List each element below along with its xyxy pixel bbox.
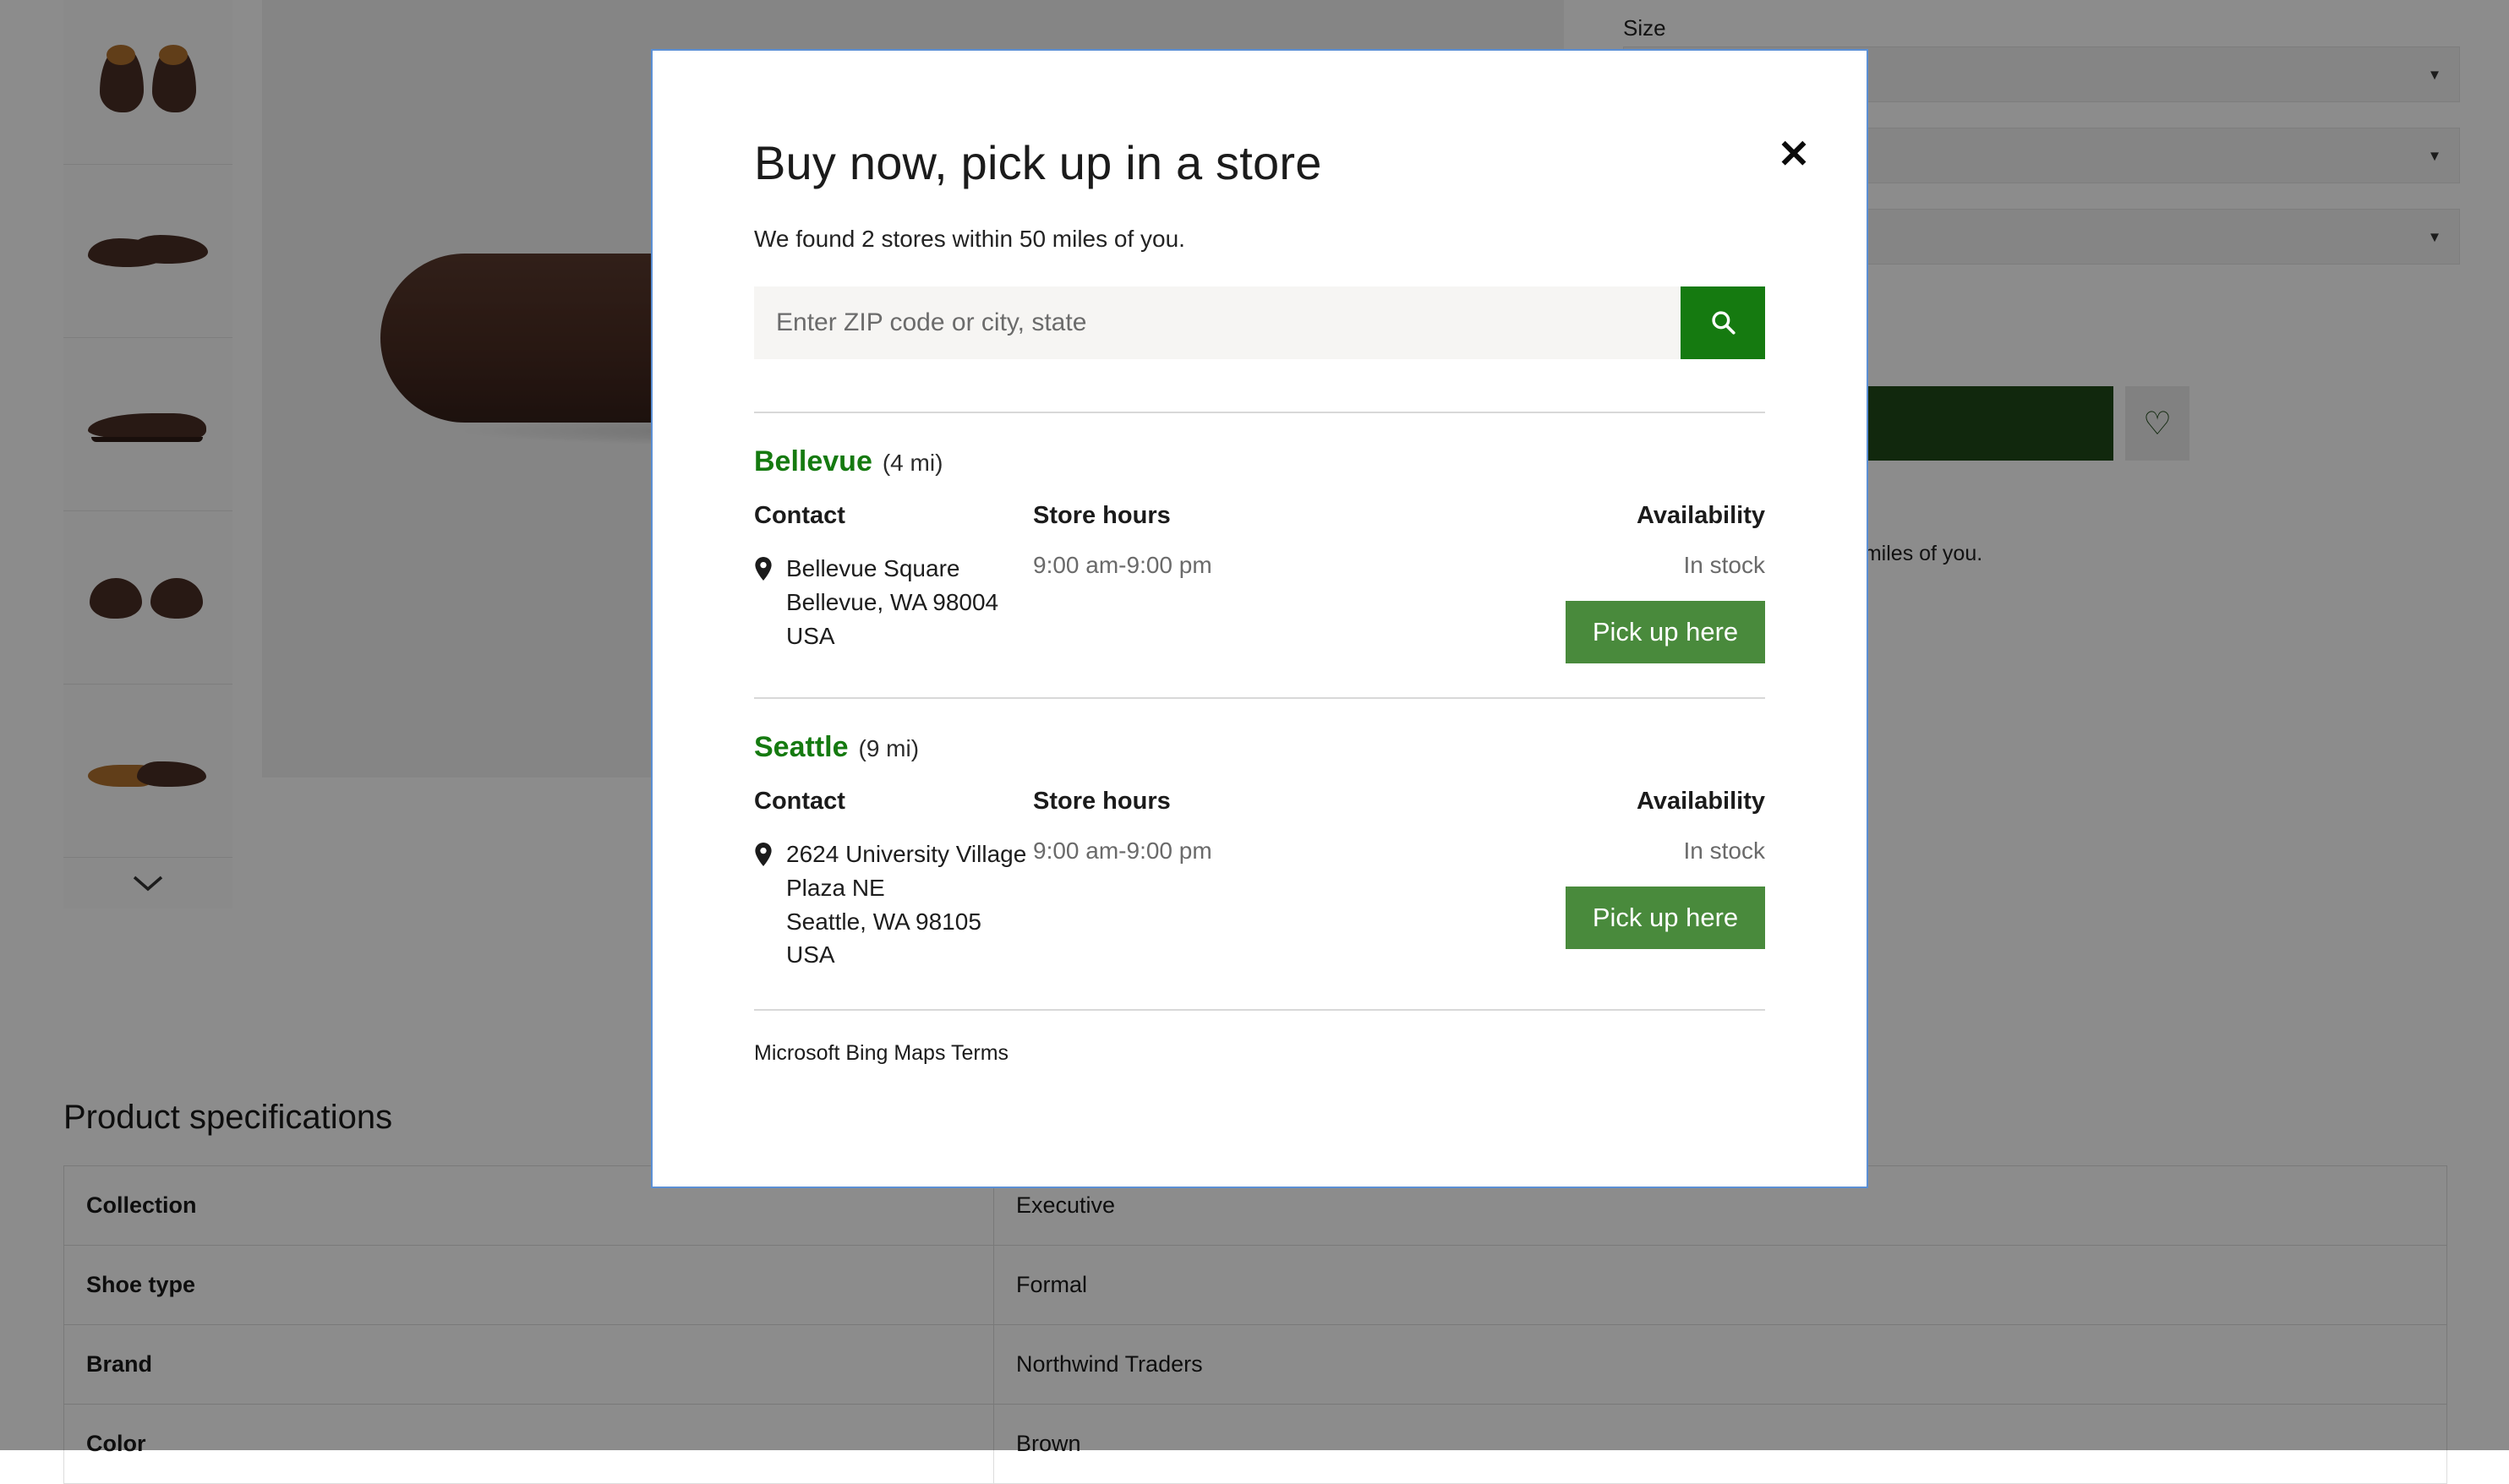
pick-up-here-button[interactable]: Pick up here xyxy=(1566,887,1765,949)
store-city: Bellevue xyxy=(754,445,872,478)
address-line: Seattle, WA 98105 xyxy=(786,908,981,935)
store-column-headers: Contact Store hours Availability xyxy=(754,502,1765,530)
column-header-contact: Contact xyxy=(754,502,1033,530)
store-distance: (4 mi) xyxy=(883,450,943,477)
search-button[interactable] xyxy=(1681,286,1765,359)
divider xyxy=(754,1009,1765,1011)
store-hours-value: 9:00 am-9:00 pm xyxy=(1033,552,1388,663)
search-icon xyxy=(1708,308,1737,339)
location-pin-icon xyxy=(754,557,773,663)
address-line: Bellevue, WA 98004 xyxy=(786,589,998,615)
store-column-headers: Contact Store hours Availability xyxy=(754,788,1765,816)
column-header-store-hours: Store hours xyxy=(1033,502,1388,530)
store-details-row: 2624 University Village Plaza NE Seattle… xyxy=(754,837,1765,972)
address-line: Plaza NE xyxy=(786,875,885,901)
store-address: 2624 University Village Plaza NE Seattle… xyxy=(754,837,1033,972)
search-input[interactable] xyxy=(754,286,1681,359)
address-line: USA xyxy=(786,623,835,649)
column-header-store-hours: Store hours xyxy=(1033,788,1388,816)
pick-up-here-button[interactable]: Pick up here xyxy=(1566,601,1765,663)
store-pickup-modal: ✕ Buy now, pick up in a store We found 2… xyxy=(651,49,1868,1188)
column-header-availability: Availability xyxy=(1388,502,1765,530)
column-header-availability: Availability xyxy=(1388,788,1765,816)
close-icon[interactable]: ✕ xyxy=(1770,130,1818,177)
availability-cell: In stock Pick up here xyxy=(1388,837,1765,972)
address-line: 2624 University Village xyxy=(786,841,1026,867)
store-count-text: We found 2 stores within 50 miles of you… xyxy=(754,226,1765,253)
store-search-row xyxy=(754,286,1765,359)
store-address: Bellevue Square Bellevue, WA 98004 USA xyxy=(754,552,1033,663)
address-line: USA xyxy=(786,941,835,968)
store-hours-value: 9:00 am-9:00 pm xyxy=(1033,837,1388,972)
store-details-row: Bellevue Square Bellevue, WA 98004 USA 9… xyxy=(754,552,1765,663)
status-badge: In stock xyxy=(1388,837,1765,865)
store-city: Seattle xyxy=(754,731,849,764)
bing-maps-terms-link[interactable]: Microsoft Bing Maps Terms xyxy=(754,1041,1765,1066)
location-pin-icon xyxy=(754,843,773,972)
availability-cell: In stock Pick up here xyxy=(1388,552,1765,663)
column-header-contact: Contact xyxy=(754,788,1033,816)
store-result-bellevue: Bellevue (4 mi) Contact Store hours Avai… xyxy=(754,413,1765,663)
page-title: Buy now, pick up in a store xyxy=(754,135,1765,190)
store-heading: Seattle (9 mi) xyxy=(754,731,1765,764)
address-line: Bellevue Square xyxy=(786,555,959,581)
status-badge: In stock xyxy=(1388,552,1765,579)
store-distance: (9 mi) xyxy=(859,735,920,762)
store-heading: Bellevue (4 mi) xyxy=(754,445,1765,478)
store-address-text: Bellevue Square Bellevue, WA 98004 USA xyxy=(786,552,998,663)
store-result-seattle: Seattle (9 mi) Contact Store hours Avail… xyxy=(754,699,1765,972)
store-address-text: 2624 University Village Plaza NE Seattle… xyxy=(786,837,1026,972)
